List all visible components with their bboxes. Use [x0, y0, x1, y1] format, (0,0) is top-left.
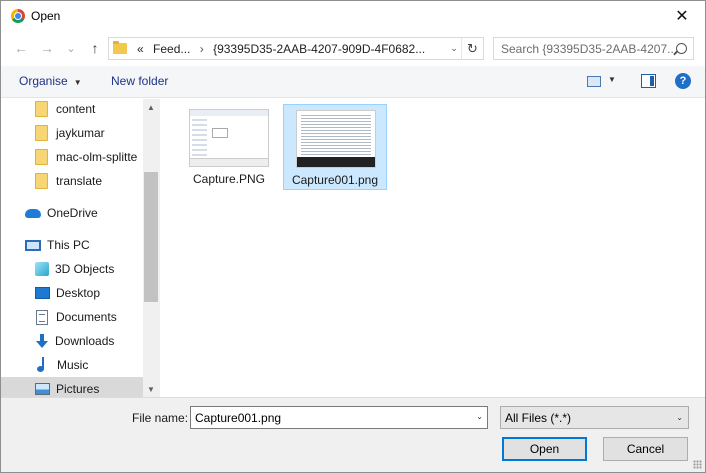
search-icon	[676, 43, 687, 54]
sidebar-item-label: Documents	[56, 310, 117, 324]
chevron-down-icon[interactable]: ⌄	[476, 412, 483, 421]
sidebar-item-label: jaykumar	[56, 126, 105, 140]
sidebar-item-label: This PC	[47, 238, 90, 252]
folder-icon	[113, 41, 127, 54]
address-path: « Feed... › {93395D35-2AAB-4207-909D-4F0…	[137, 42, 425, 56]
scroll-down-icon[interactable]: ▼	[143, 381, 159, 397]
folder-icon	[35, 149, 48, 165]
scroll-thumb[interactable]	[144, 172, 158, 302]
navigation-scrollbar[interactable]: ▲ ▼	[143, 99, 159, 397]
navigation-bar: ← → ⌄ ↑ « Feed... › {93395D35-2AAB-4207-…	[1, 33, 705, 63]
desktop-icon	[35, 287, 50, 299]
search-input[interactable]: Search {93395D35-2AAB-4207...	[501, 42, 673, 56]
command-toolbar: Organise ▼ New folder ▼ ?	[1, 66, 705, 98]
file-name: Capture001.png	[291, 173, 379, 187]
file-name-value[interactable]: Capture001.png	[195, 411, 281, 425]
recent-locations-button[interactable]: ⌄	[61, 38, 81, 58]
music-icon	[37, 357, 49, 373]
sidebar-item-pictures[interactable]: Pictures	[1, 377, 143, 397]
open-button[interactable]: Open	[502, 437, 587, 461]
organise-menu[interactable]: Organise ▼	[19, 74, 82, 88]
sidebar-item-label: Music	[57, 358, 89, 372]
sidebar-item-label: translate	[56, 174, 103, 188]
view-options-dropdown[interactable]: ▼	[608, 75, 616, 84]
navigation-pane: content jaykumar mac-olm-splitte transla…	[1, 99, 159, 397]
breadcrumb-current[interactable]: {93395D35-2AAB-4207-909D-4F0682...	[213, 42, 425, 56]
file-name-label: File name:	[132, 411, 189, 425]
downloads-icon	[35, 333, 49, 349]
sidebar-item-downloads[interactable]: Downloads	[1, 329, 143, 353]
sidebar-item-label: Downloads	[55, 334, 115, 348]
sidebar-item-translate[interactable]: translate	[1, 169, 143, 193]
organise-label: Organise	[19, 74, 68, 88]
scroll-up-icon[interactable]: ▲	[143, 99, 159, 115]
folder-icon	[35, 173, 48, 189]
new-folder-button[interactable]: New folder	[111, 74, 168, 88]
close-button[interactable]: ✕	[659, 1, 705, 31]
file-item-capture[interactable]: Capture.PNG	[177, 104, 281, 190]
sidebar-item-label: 3D Objects	[55, 262, 115, 276]
image-thumbnail	[189, 109, 269, 167]
file-type-select[interactable]: All Files (*.*) ⌄	[500, 406, 689, 429]
sidebar-item-content[interactable]: content	[1, 99, 143, 121]
sidebar-item-music[interactable]: Music	[1, 353, 143, 377]
file-name-field[interactable]: Capture001.png ⌄	[190, 406, 488, 429]
folder-icon	[35, 125, 48, 141]
dialog-footer: File name: Capture001.png ⌄ All Files (*…	[1, 397, 705, 472]
open-dialog: Open ✕ ← → ⌄ ↑ « Feed... › {93395D35-2AA…	[0, 0, 706, 473]
title-bar: Open ✕	[1, 1, 705, 31]
sidebar-item-this-pc[interactable]: This PC	[1, 233, 143, 257]
change-view-icon[interactable]	[587, 76, 601, 87]
breadcrumb-feeds[interactable]: Feed...	[153, 42, 190, 56]
refresh-button[interactable]: ↻	[461, 38, 483, 59]
sidebar-item-label: mac-olm-splitte	[56, 150, 138, 164]
file-list: Capture.PNG Capture001.png	[159, 99, 705, 397]
sidebar-item-label: OneDrive	[47, 206, 98, 220]
chevron-down-icon: ▼	[73, 78, 82, 87]
sidebar-item-label: Pictures	[56, 382, 100, 396]
sidebar-item-label: content	[56, 102, 96, 116]
sidebar-item-desktop[interactable]: Desktop	[1, 281, 143, 305]
sidebar-item-onedrive[interactable]: OneDrive	[1, 201, 143, 225]
sidebar-item-label: Desktop	[56, 286, 101, 300]
cancel-button[interactable]: Cancel	[603, 437, 688, 461]
documents-icon	[36, 309, 48, 325]
forward-button[interactable]: →	[37, 38, 57, 58]
breadcrumb-separator[interactable]: ›	[200, 42, 204, 56]
address-dropdown-icon[interactable]: ⌄	[447, 38, 461, 59]
chevron-down-icon: ⌄	[676, 413, 683, 422]
pc-icon	[25, 239, 41, 251]
resize-grip-icon[interactable]	[693, 460, 702, 469]
onedrive-icon	[25, 208, 41, 218]
image-thumbnail	[296, 110, 376, 168]
up-button[interactable]: ↑	[85, 38, 105, 58]
back-button[interactable]: ←	[11, 38, 31, 58]
chrome-icon	[11, 9, 25, 23]
file-item-capture001[interactable]: Capture001.png	[283, 104, 387, 190]
preview-pane-icon[interactable]	[641, 74, 656, 88]
file-name: Capture.PNG	[192, 172, 266, 186]
help-icon[interactable]: ?	[675, 73, 691, 89]
address-bar[interactable]: « Feed... › {93395D35-2AAB-4207-909D-4F0…	[108, 37, 484, 60]
sidebar-item-jaykumar[interactable]: jaykumar	[1, 121, 143, 145]
sidebar-item-mac-olm-splitter[interactable]: mac-olm-splitte	[1, 145, 143, 169]
sidebar-item-documents[interactable]: Documents	[1, 305, 143, 329]
file-type-value: All Files (*.*)	[505, 410, 572, 425]
folder-icon	[35, 101, 48, 117]
sidebar-item-3d-objects[interactable]: 3D Objects	[1, 257, 143, 281]
3d-objects-icon	[35, 262, 49, 276]
search-box[interactable]: Search {93395D35-2AAB-4207...	[493, 37, 694, 60]
pictures-icon	[35, 383, 50, 395]
breadcrumb-overflow[interactable]: «	[137, 42, 144, 56]
window-title: Open	[31, 9, 61, 23]
